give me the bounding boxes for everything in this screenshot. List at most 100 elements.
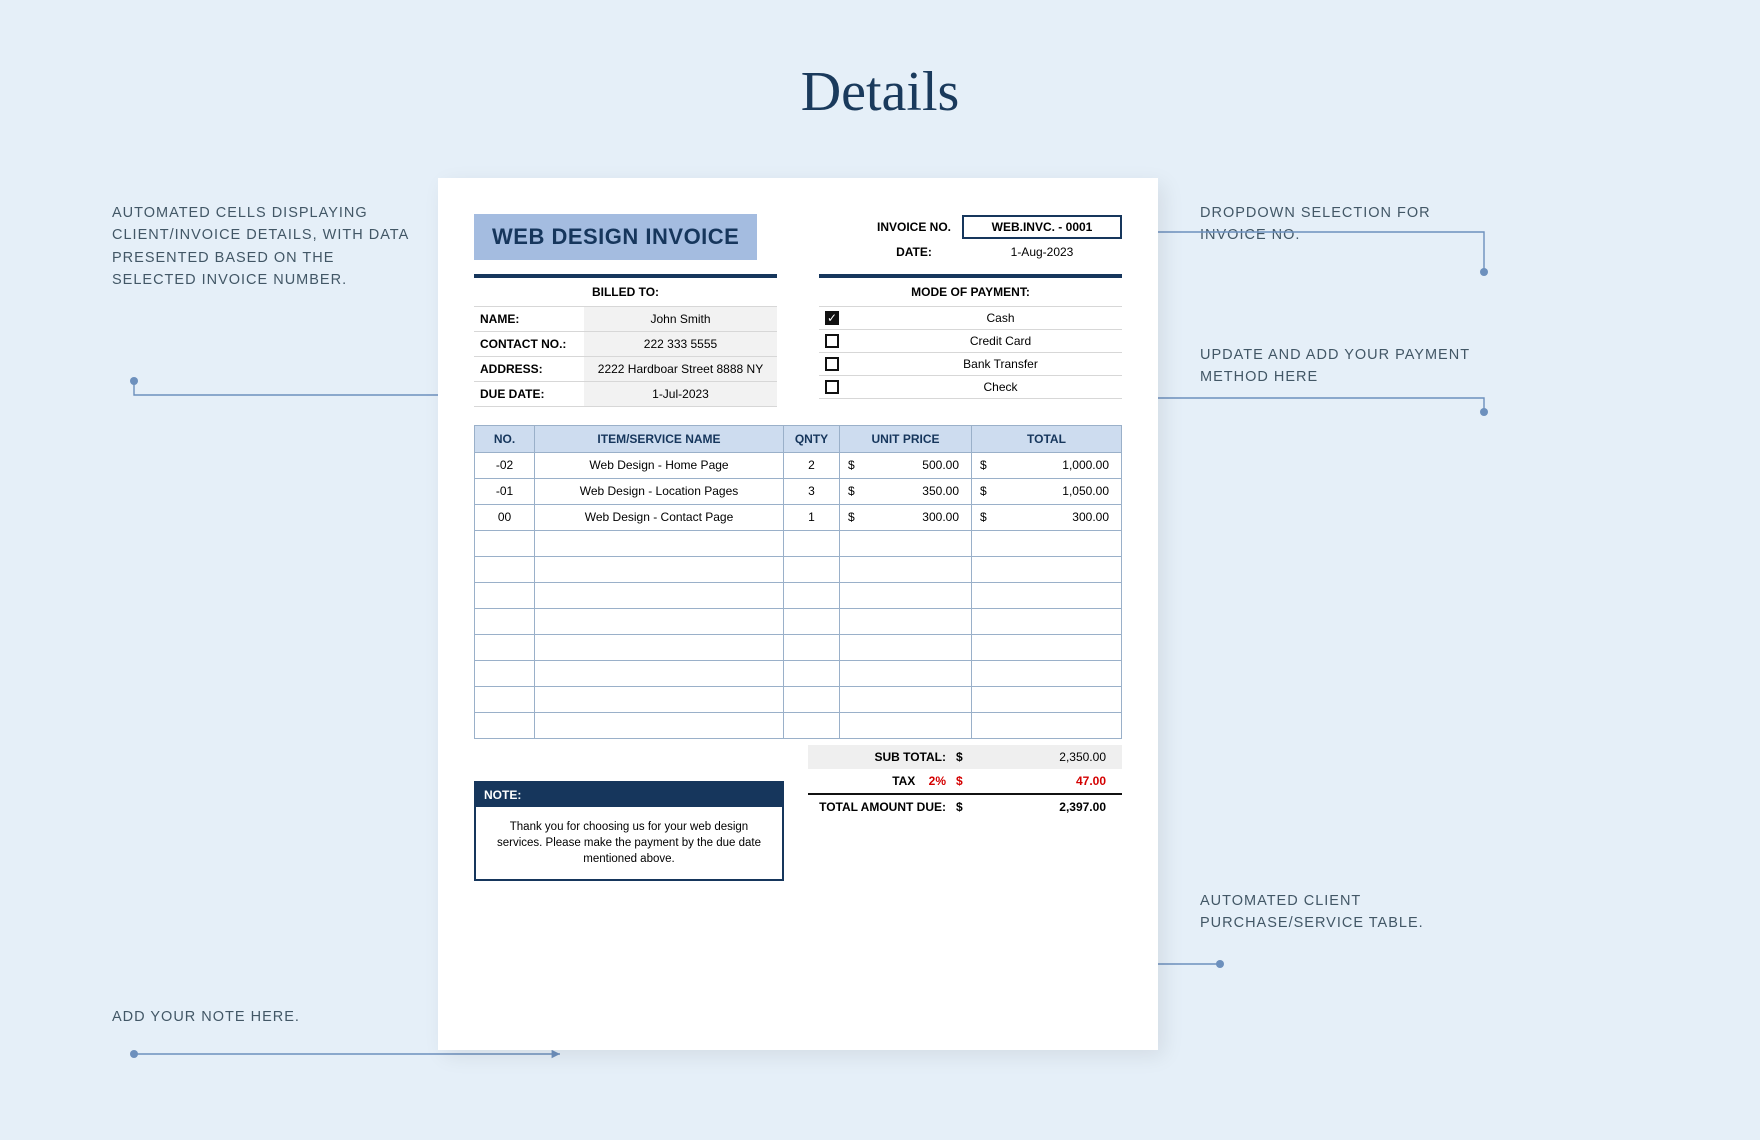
cell-item: Web Design - Location Pages [535,478,784,504]
table-row-empty [475,686,1122,712]
empty-cell [784,556,840,582]
tax-label: TAX 2% [816,774,956,788]
payment-option-label: Cash [885,311,1116,325]
payment-option[interactable]: Check [819,376,1122,399]
callout-dot [130,1050,138,1058]
empty-cell [535,530,784,556]
totals-section: SUB TOTAL: $ 2,350.00 TAX 2% $ 47.00 TOT… [808,745,1122,819]
invoice-date: 1-Aug-2023 [962,245,1122,259]
empty-cell [972,582,1122,608]
callout-payment-method: UPDATE AND ADD YOUR PAYMENT METHOD HERE [1200,344,1500,389]
billed-address: 2222 Hardboar Street 8888 NY [584,357,777,382]
empty-cell [972,608,1122,634]
callout-dot [130,377,138,385]
table-row-empty [475,582,1122,608]
payment-option-label: Check [885,380,1116,394]
empty-cell [784,712,840,738]
cell-qty: 1 [784,504,840,530]
money-cell: $300.00 [972,504,1122,530]
empty-cell [535,634,784,660]
callout-client-details: AUTOMATED CELLS DISPLAYING CLIENT/INVOIC… [112,202,412,292]
checkbox-icon[interactable] [825,380,839,394]
billed-to-section: BILLED TO: NAME: John Smith CONTACT NO.:… [474,260,777,407]
billed-address-label: ADDRESS: [474,357,584,382]
note-heading: NOTE: [476,783,782,807]
empty-cell [475,634,535,660]
empty-cell [475,530,535,556]
empty-cell [840,712,972,738]
payment-option[interactable]: ✓ Cash [819,306,1122,330]
empty-cell [475,686,535,712]
tax-value: 47.00 [980,774,1114,788]
money-cell: $1,050.00 [972,478,1122,504]
cell-qty: 2 [784,452,840,478]
cell-item: Web Design - Contact Page [535,504,784,530]
cell-item: Web Design - Home Page [535,452,784,478]
grand-total-value: 2,397.00 [980,800,1114,814]
callout-auto-table: AUTOMATED CLIENT PURCHASE/SERVICE TABLE. [1200,890,1500,935]
invoice-no-dropdown[interactable]: WEB.INVC. - 0001 [962,215,1122,239]
callout-dot [1480,268,1488,276]
money-cell: $300.00 [840,504,972,530]
empty-cell [535,582,784,608]
cell-no: 00 [475,504,535,530]
checkbox-icon[interactable] [825,357,839,371]
empty-cell [535,712,784,738]
empty-cell [972,556,1122,582]
subtotal-label: SUB TOTAL: [816,750,956,764]
col-qty: QNTY [784,425,840,452]
empty-cell [972,660,1122,686]
empty-cell [784,634,840,660]
callout-note-hint: ADD YOUR NOTE HERE. [112,1006,412,1028]
empty-cell [784,660,840,686]
subtotal-value: 2,350.00 [980,750,1114,764]
empty-cell [784,608,840,634]
note-body[interactable]: Thank you for choosing us for your web d… [476,807,782,879]
col-price: UNIT PRICE [840,425,972,452]
empty-cell [784,686,840,712]
payment-option[interactable]: Credit Card [819,330,1122,353]
callout-dot [1480,408,1488,416]
cell-no: -01 [475,478,535,504]
empty-cell [972,530,1122,556]
billed-name: John Smith [584,306,777,332]
billed-contact: 222 333 5555 [584,332,777,357]
currency-symbol: $ [956,800,980,814]
payment-section: MODE OF PAYMENT: ✓CashCredit CardBank Tr… [819,260,1122,407]
empty-cell [475,582,535,608]
empty-cell [840,686,972,712]
page-title: Details [801,60,960,124]
empty-cell [972,686,1122,712]
billed-contact-label: CONTACT NO.: [474,332,584,357]
money-cell: $1,000.00 [972,452,1122,478]
payment-option-label: Bank Transfer [885,357,1116,371]
checkbox-icon[interactable] [825,334,839,348]
payment-option[interactable]: Bank Transfer [819,353,1122,376]
table-row-empty [475,530,1122,556]
empty-cell [475,556,535,582]
billed-due: 1-Jul-2023 [584,382,777,407]
callout-dot [1216,960,1224,968]
col-item: ITEM/SERVICE NAME [535,425,784,452]
note-box: NOTE: Thank you for choosing us for your… [474,781,784,881]
billed-due-label: DUE DATE: [474,382,584,407]
checkbox-icon[interactable]: ✓ [825,311,839,325]
empty-cell [972,634,1122,660]
invoice-no-label: INVOICE NO. [866,220,962,234]
empty-cell [475,712,535,738]
money-cell: $500.00 [840,452,972,478]
table-row-empty [475,660,1122,686]
table-row: -01Web Design - Location Pages3$350.00$1… [475,478,1122,504]
empty-cell [535,556,784,582]
col-no: NO. [475,425,535,452]
table-row-empty [475,608,1122,634]
empty-cell [840,634,972,660]
empty-cell [784,582,840,608]
table-row-empty [475,712,1122,738]
table-row-empty [475,634,1122,660]
empty-cell [840,530,972,556]
empty-cell [840,608,972,634]
cell-no: -02 [475,452,535,478]
cell-qty: 3 [784,478,840,504]
empty-cell [840,556,972,582]
